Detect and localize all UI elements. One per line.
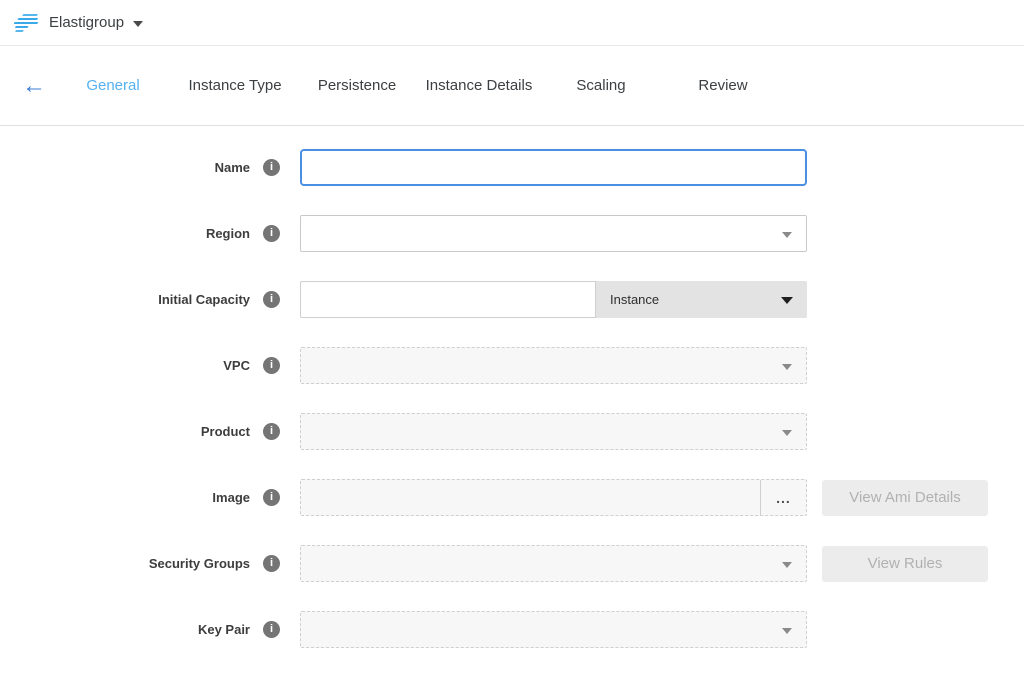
info-icon[interactable]: i bbox=[263, 621, 280, 638]
view-ami-details-button[interactable]: View Ami Details bbox=[822, 480, 988, 516]
vpc-row: VPC i bbox=[0, 347, 1024, 384]
product-row: Product i bbox=[0, 413, 1024, 450]
tab-instance-details[interactable]: Instance Details bbox=[418, 77, 540, 94]
vpc-select bbox=[300, 347, 807, 384]
capacity-unit-value: Instance bbox=[610, 292, 659, 307]
info-icon[interactable]: i bbox=[263, 423, 280, 440]
info-icon[interactable]: i bbox=[263, 159, 280, 176]
chevron-down-icon bbox=[781, 297, 793, 304]
info-icon[interactable]: i bbox=[263, 555, 280, 572]
chevron-down-icon bbox=[782, 562, 792, 568]
security-groups-row: Security Groups i View Rules bbox=[0, 545, 1024, 582]
vpc-label: VPC bbox=[0, 358, 250, 373]
chevron-down-icon bbox=[782, 628, 792, 634]
browse-ellipsis-button: ... bbox=[760, 480, 806, 515]
tab-general[interactable]: General bbox=[52, 77, 174, 94]
chevron-down-icon bbox=[782, 364, 792, 370]
region-row: Region i bbox=[0, 215, 1024, 252]
elastigroup-logo-icon bbox=[10, 13, 45, 33]
wizard-tabs: General Instance Type Persistence Instan… bbox=[52, 77, 784, 94]
info-icon[interactable]: i bbox=[263, 357, 280, 374]
image-label: Image bbox=[0, 490, 250, 505]
view-rules-button[interactable]: View Rules bbox=[822, 546, 988, 582]
app-title[interactable]: Elastigroup bbox=[49, 14, 124, 31]
key-pair-select bbox=[300, 611, 807, 648]
wizard-tab-bar: ← General Instance Type Persistence Inst… bbox=[0, 46, 1024, 126]
general-settings-form: Name i Region i Initial Capacity i Insta… bbox=[0, 126, 1024, 648]
info-icon[interactable]: i bbox=[263, 291, 280, 308]
name-row: Name i bbox=[0, 149, 1024, 186]
tab-persistence[interactable]: Persistence bbox=[296, 77, 418, 94]
app-header: Elastigroup bbox=[0, 0, 1024, 46]
info-icon[interactable]: i bbox=[263, 225, 280, 242]
security-groups-select bbox=[300, 545, 807, 582]
back-arrow-icon[interactable]: ← bbox=[16, 72, 52, 100]
key-pair-label: Key Pair bbox=[0, 622, 250, 637]
image-row: Image i ... View Ami Details bbox=[0, 479, 1024, 516]
initial-capacity-row: Initial Capacity i Instance bbox=[0, 281, 1024, 318]
initial-capacity-input[interactable] bbox=[300, 281, 596, 318]
region-select[interactable] bbox=[300, 215, 807, 252]
tab-instance-type[interactable]: Instance Type bbox=[174, 77, 296, 94]
product-select bbox=[300, 413, 807, 450]
chevron-down-icon bbox=[782, 232, 792, 238]
app-caret-down-icon[interactable] bbox=[133, 21, 143, 27]
security-groups-label: Security Groups bbox=[0, 556, 250, 571]
tab-scaling[interactable]: Scaling bbox=[540, 77, 662, 94]
chevron-down-icon bbox=[782, 430, 792, 436]
key-pair-row: Key Pair i bbox=[0, 611, 1024, 648]
image-input: ... bbox=[300, 479, 807, 516]
tab-review[interactable]: Review bbox=[662, 77, 784, 94]
info-icon[interactable]: i bbox=[263, 489, 280, 506]
initial-capacity-label: Initial Capacity bbox=[0, 292, 250, 307]
name-input[interactable] bbox=[300, 149, 807, 186]
region-label: Region bbox=[0, 226, 250, 241]
name-label: Name bbox=[0, 160, 250, 175]
product-label: Product bbox=[0, 424, 250, 439]
capacity-unit-select[interactable]: Instance bbox=[596, 281, 807, 318]
